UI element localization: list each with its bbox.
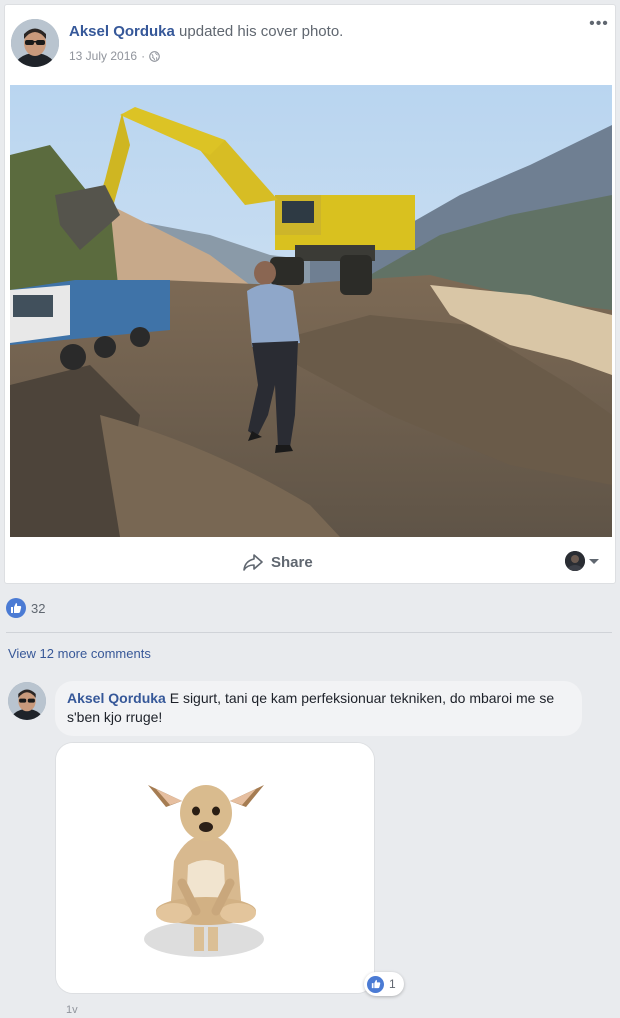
share-label: Share xyxy=(271,553,313,571)
author-avatar[interactable] xyxy=(11,19,59,67)
divider xyxy=(6,632,612,633)
meta-separator: · xyxy=(141,49,146,63)
more-options-icon[interactable]: ••• xyxy=(587,16,611,35)
comment-bubble: Aksel Qorduka E sigurt, tani qe kam perf… xyxy=(55,681,582,736)
comment-reaction-summary[interactable]: 1 xyxy=(364,972,404,996)
like-icon xyxy=(6,598,26,618)
post-action-text: updated his cover photo. xyxy=(179,23,344,40)
view-more-comments-link[interactable]: View 12 more comments xyxy=(8,646,151,661)
comment-reaction-count: 1 xyxy=(389,977,396,991)
comment-timestamp[interactable]: 1v xyxy=(66,1004,78,1016)
post-header: Aksel Qorduka updated his cover photo. xyxy=(69,23,343,40)
globe-icon[interactable] xyxy=(149,50,160,62)
cover-photo[interactable] xyxy=(10,85,612,537)
reaction-count: 32 xyxy=(31,600,46,616)
comment-author-avatar[interactable] xyxy=(8,682,46,720)
comment-author-name[interactable]: Aksel Qorduka xyxy=(67,690,166,706)
reaction-identity-selector[interactable] xyxy=(565,551,599,571)
post-date[interactable]: 13 July 2016 xyxy=(69,49,137,63)
chevron-down-icon xyxy=(589,558,599,564)
user-mini-avatar xyxy=(565,551,585,571)
like-icon xyxy=(367,975,384,993)
reaction-summary[interactable]: 32 xyxy=(6,598,45,618)
post-card: Aksel Qorduka updated his cover photo. 1… xyxy=(4,4,616,584)
post-author-name[interactable]: Aksel Qorduka xyxy=(69,23,175,40)
share-arrow-icon xyxy=(243,554,263,571)
comment-sticker-image[interactable] xyxy=(55,742,375,994)
share-button[interactable]: Share xyxy=(243,551,313,573)
post-meta: 13 July 2016 · xyxy=(69,49,160,63)
